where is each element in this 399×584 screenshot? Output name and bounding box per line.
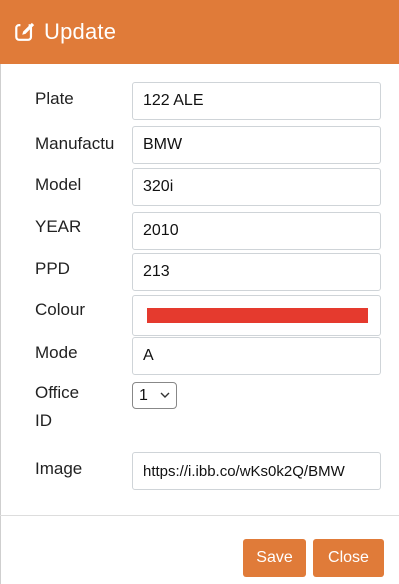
model-input[interactable] [132, 168, 381, 206]
close-button[interactable]: Close [313, 539, 384, 577]
chevron-down-icon [160, 392, 170, 398]
year-label: YEAR [35, 217, 82, 236]
manufacturer-label: Manufactu [35, 134, 115, 153]
edit-icon [15, 22, 35, 41]
office-id-label: Office ID [35, 383, 131, 431]
mode-input[interactable] [132, 337, 381, 375]
footer-divider [0, 515, 399, 516]
modal-left-border [0, 64, 1, 584]
save-button[interactable]: Save [243, 539, 306, 577]
update-modal: Update Plate Manufactu Model YEAR PPD Co… [0, 0, 399, 584]
office-id-select[interactable]: 1 [132, 382, 177, 409]
office-id-label-line1: Office [35, 383, 80, 402]
image-label: Image [35, 459, 83, 478]
year-input[interactable] [132, 212, 381, 250]
model-label: Model [35, 175, 82, 194]
ppd-input[interactable] [132, 253, 381, 291]
office-id-label-line2: ID [35, 411, 52, 430]
colour-picker[interactable] [132, 295, 381, 336]
modal-header: Update [0, 0, 399, 64]
plate-input[interactable] [132, 82, 381, 120]
colour-swatch [147, 308, 368, 323]
ppd-label: PPD [35, 259, 70, 278]
mode-label: Mode [35, 343, 78, 362]
image-url-input[interactable] [132, 452, 381, 490]
plate-label: Plate [35, 89, 74, 108]
office-id-value: 1 [139, 386, 148, 404]
modal-title: Update [44, 19, 117, 44]
manufacturer-input[interactable] [132, 126, 381, 164]
colour-label: Colour [35, 300, 86, 319]
